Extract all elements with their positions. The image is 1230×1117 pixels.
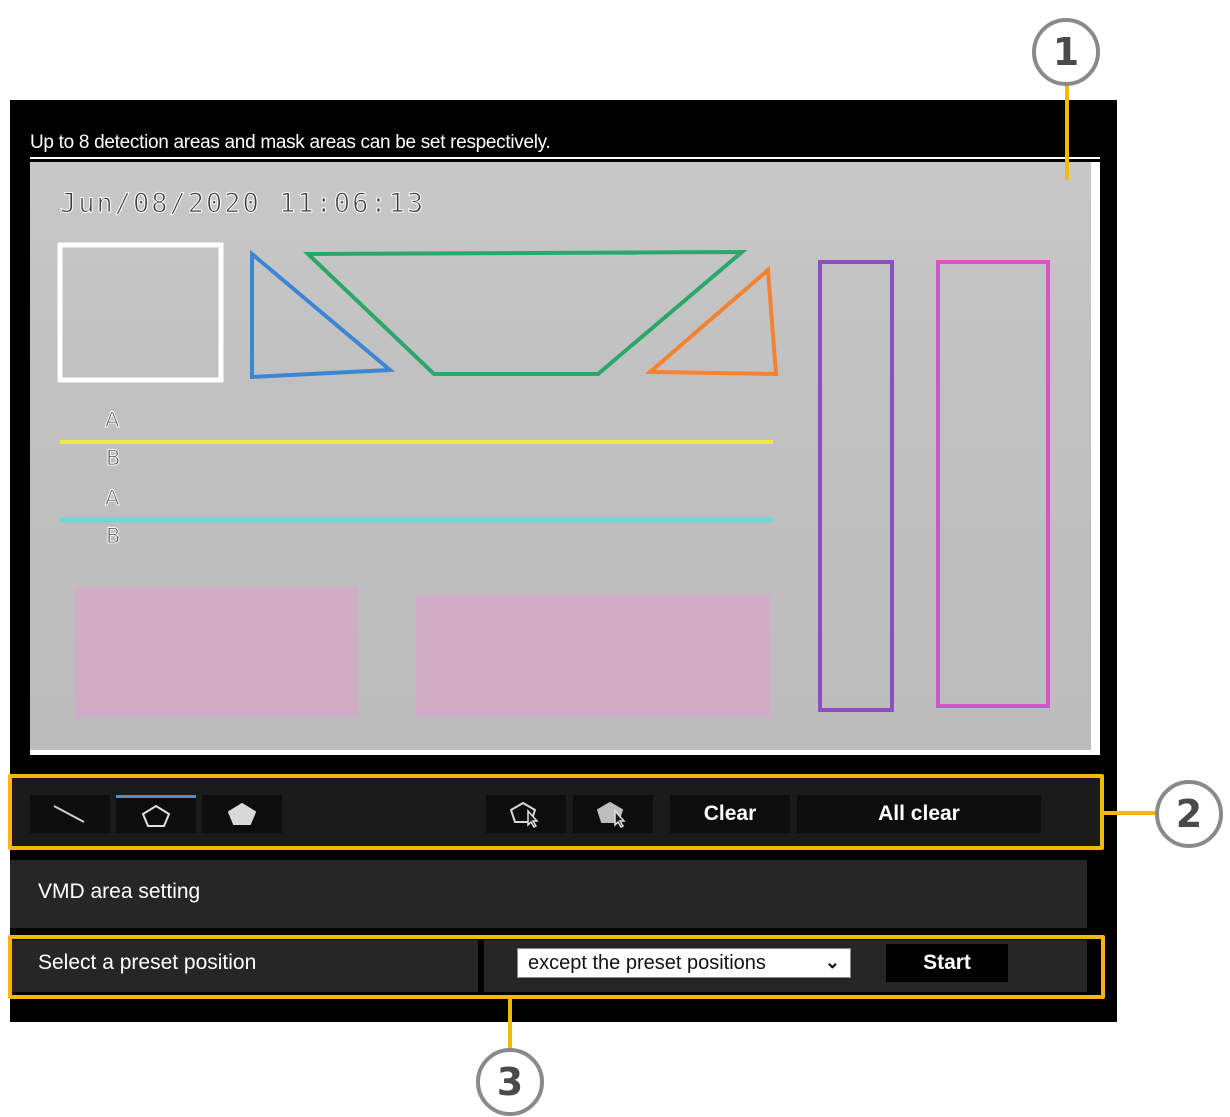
camera-bottom-edge: [30, 750, 1100, 755]
camera-right-edge: [1091, 162, 1100, 755]
cyan-line-side-a-label: A: [104, 486, 120, 511]
mask-area-2[interactable]: [416, 595, 770, 717]
notice-divider: [30, 157, 1100, 159]
camera-timestamp: Jun/08/2020 11:06:13: [59, 188, 426, 220]
detection-area-magenta[interactable]: [936, 260, 1050, 708]
area-overlay[interactable]: [30, 162, 1100, 755]
detection-area-orange[interactable]: [644, 265, 779, 377]
area-limit-notice: Up to 8 detection areas and mask areas c…: [30, 132, 551, 153]
yellow-line-side-a-label: A: [104, 408, 120, 433]
detection-area-white[interactable]: [57, 242, 224, 383]
callout-1-badge: 1: [1032, 18, 1100, 86]
callout-2-box: [8, 774, 1104, 850]
callout-3-badge: 3: [476, 1048, 544, 1116]
detection-area-purple[interactable]: [818, 260, 894, 712]
yellow-line-side-b-label: B: [105, 446, 121, 471]
camera-preview[interactable]: Jun/08/2020 11:06:13 A B A B: [30, 162, 1100, 755]
callout-2-leader: [1102, 811, 1156, 815]
cyan-line-side-b-label: B: [105, 524, 121, 549]
callout-3-leader: [508, 997, 512, 1050]
vmd-area-setting-title: VMD area setting: [38, 880, 201, 903]
detection-area-blue[interactable]: [250, 249, 396, 380]
callout-1-leader: [1065, 84, 1069, 180]
callout-2-badge: 2: [1155, 780, 1223, 848]
mask-area-1[interactable]: [75, 587, 358, 717]
callout-3-box: [8, 935, 1105, 999]
